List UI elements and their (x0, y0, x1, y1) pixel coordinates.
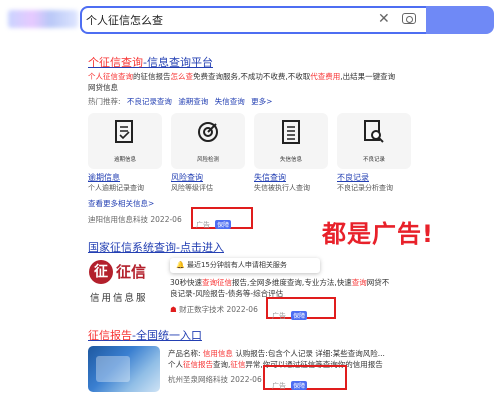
result-snippet: 个人征信查询的征信报告怎么查免费查询服务,不成功不收费,不收取代查费用,出结果一… (88, 72, 396, 81)
result-source: 杭州圣泉网络科技 2022-06 (168, 375, 262, 384)
credit-logo[interactable]: 征 征信 信用信息服 (88, 256, 162, 318)
top-bar: ✕ (0, 0, 502, 40)
result-title[interactable]: 国家征信系统查询-点击进入 (88, 239, 224, 255)
card-text-overdue: 逾期信息 个人逾期记录查询 (88, 173, 144, 192)
service-cards: 逾期信息 风险检测 失信信息 不良记录 (88, 113, 411, 169)
card-bad-record[interactable]: 不良记录 (337, 113, 411, 169)
search-button[interactable] (426, 6, 494, 34)
clear-icon[interactable]: ✕ (378, 11, 390, 27)
search-engine-logo[interactable] (8, 10, 78, 28)
list-doc-icon (282, 120, 300, 144)
result-snippet-line2: 网贷信息 (88, 83, 118, 92)
search-box[interactable]: ✕ (80, 6, 426, 34)
card-dishonest[interactable]: 失信信息 (254, 113, 328, 169)
camera-icon[interactable] (402, 13, 416, 24)
search-input[interactable] (86, 11, 356, 29)
ad-badge: 广告 保障 (272, 311, 308, 320)
search-doc-icon (364, 120, 384, 143)
report-doc-icon (115, 120, 133, 143)
card-overdue[interactable]: 逾期信息 (88, 113, 162, 169)
shield-icon: 保障 (291, 381, 308, 390)
ad-badge: 广告 保障 (196, 220, 232, 229)
search-result-1: 个征信查询-信息查询平台 (88, 54, 213, 70)
card-text-risk: 风险查询 风险等级评估 (171, 173, 213, 192)
result-title[interactable]: 个征信查询-信息查询平台 (88, 54, 213, 70)
annotation-text: 都是广告! (322, 220, 434, 248)
card-text-row: 逾期信息 个人逾期记录查询 风险查询 风险等级评估 失信查询 失信被执行人查询 … (88, 172, 411, 193)
bell-icon: 🔔 (176, 261, 185, 269)
ad-badge: 广告 保障 (272, 381, 308, 390)
brand-icon: ☗ (170, 305, 177, 314)
card-text-dishonest: 失信查询 失信被执行人查询 (254, 173, 310, 192)
result-thumbnail[interactable] (88, 346, 160, 392)
quick-link-overdue[interactable]: 逾期查询 (178, 97, 208, 106)
search-result-2: 国家征信系统查询-点击进入 (88, 239, 224, 255)
quick-link-more[interactable]: 更多> (251, 97, 272, 106)
activity-tooltip: 🔔 最近15分钟前有人申请相关服务 (170, 258, 320, 273)
shield-icon: 保障 (215, 220, 232, 229)
risk-scan-icon (198, 122, 218, 142)
card-text-bad-record: 不良记录 不良记录分析查询 (337, 173, 393, 192)
quick-link-dishonest[interactable]: 失信查询 (215, 97, 245, 106)
shield-icon: 保障 (291, 311, 308, 320)
result-snippet: 产品名称: 信用信息 认购报告:包含个人记录 详细:某些查询风险... (168, 349, 385, 358)
card-risk[interactable]: 风险检测 (171, 113, 245, 169)
quick-link-bad-record[interactable]: 不良记录查询 (127, 97, 172, 106)
result-title[interactable]: 征信报告-全国统一入口 (88, 327, 202, 343)
search-result-3: 征信报告-全国统一入口 (88, 327, 202, 343)
quick-links: 热门推荐: 不良记录查询 逾期查询 失信查询 更多> (88, 97, 273, 106)
result-source: 迪阳信用信息科技 2022-06 (88, 215, 182, 224)
result-source: ☗ 财正数字技术 2022-06 (170, 305, 258, 314)
result-snippet: 30秒快速查询征信报告,全网多维度查询,专业方法,快速查询网贷不 (170, 278, 390, 287)
more-info-link[interactable]: 查看更多相关信息> (88, 198, 154, 209)
